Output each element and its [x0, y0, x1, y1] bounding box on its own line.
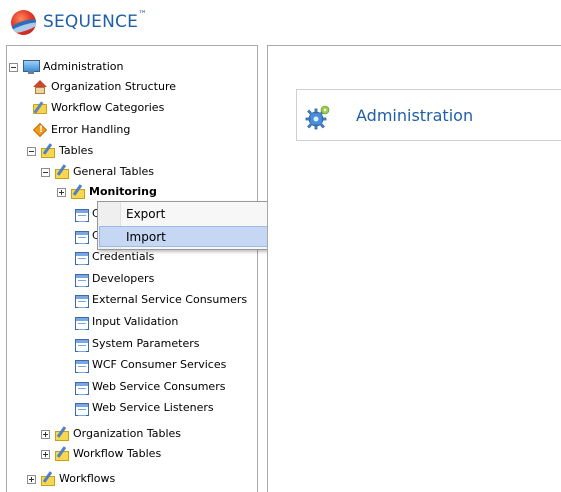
gears-icon — [305, 105, 330, 130]
tree-node-label: Tables — [59, 144, 94, 157]
tree-node-label: Organization Tables — [73, 427, 181, 440]
error-warning-icon: ! — [32, 122, 48, 138]
tree-node-label: External Service Consumers — [92, 293, 248, 306]
tree-node-developers[interactable]: Developers — [75, 269, 154, 289]
tree-node-web-service-listeners[interactable]: Web Service Listeners — [75, 398, 214, 418]
expand-toggle-icon[interactable] — [41, 449, 50, 459]
folder-wand-icon — [70, 184, 86, 200]
tree-node-error-handling[interactable]: ! Error Handling — [32, 120, 130, 140]
collapse-toggle-icon[interactable] — [9, 62, 18, 72]
table-icon — [75, 359, 89, 373]
app-header: SEQUENCE™ — [0, 0, 561, 42]
table-icon — [75, 251, 89, 265]
tree-node-system-parameters[interactable]: System Parameters — [75, 334, 199, 354]
tree-node-workflow-tables[interactable]: Workflow Tables — [41, 444, 161, 464]
monitor-icon — [22, 59, 40, 75]
folder-wand-icon — [40, 143, 56, 159]
tree-node-label: Input Validation — [92, 315, 179, 328]
tree-node-label: Web Service Consumers — [92, 380, 226, 393]
tree-node-partial-1[interactable]: C — [75, 204, 100, 224]
tree-node-partial-2[interactable]: C — [75, 226, 100, 246]
tree-node-label: Workflows — [59, 472, 116, 485]
tree-node-label: Credentials — [92, 250, 155, 263]
tree-node-external-service-consumers[interactable]: External Service Consumers — [75, 290, 247, 310]
tree-node-general-tables[interactable]: General Tables — [41, 162, 154, 182]
tree-node-label: Workflow Tables — [73, 447, 162, 460]
tree-node-web-service-consumers[interactable]: Web Service Consumers — [75, 377, 225, 397]
table-icon — [75, 208, 89, 222]
table-icon — [75, 381, 89, 395]
table-icon — [75, 338, 89, 352]
collapse-toggle-icon[interactable] — [41, 167, 50, 177]
tree-node-label: Web Service Listeners — [92, 401, 214, 414]
folder-wand-icon — [54, 426, 70, 442]
tree-node-label: WCF Consumer Services — [92, 358, 227, 371]
tree-node-label: Error Handling — [51, 123, 131, 136]
folder-wand-icon — [32, 100, 48, 116]
table-icon — [75, 316, 89, 330]
menu-item-label: Import — [126, 230, 166, 244]
table-icon — [75, 273, 89, 287]
folder-wand-icon — [40, 471, 56, 487]
context-menu: Export Import — [97, 201, 284, 250]
tree-node-organization-structure[interactable]: Organization Structure — [32, 77, 176, 97]
tree-node-label: Workflow Categories — [51, 101, 165, 114]
tree-node-organization-tables[interactable]: Organization Tables — [41, 424, 181, 444]
tree-node-label: Developers — [92, 272, 155, 285]
expand-toggle-icon[interactable] — [57, 187, 66, 197]
context-menu-import[interactable]: Import — [99, 226, 282, 247]
folder-wand-icon — [54, 446, 70, 462]
tree-node-wcf-consumer-services[interactable]: WCF Consumer Services — [75, 355, 226, 375]
house-icon — [32, 79, 48, 95]
expand-toggle-icon[interactable] — [41, 429, 50, 439]
sequence-logo-icon — [11, 10, 36, 35]
tree-node-credentials[interactable]: Credentials — [75, 247, 154, 267]
tree-node-workflows[interactable]: Workflows — [27, 469, 115, 489]
table-icon — [75, 230, 89, 244]
tree-node-monitoring[interactable]: Monitoring — [57, 182, 157, 202]
menu-item-label: Export — [126, 207, 166, 221]
app-title: SEQUENCE™ — [43, 10, 148, 32]
tree-node-label: Organization Structure — [51, 80, 176, 93]
context-menu-export[interactable]: Export — [99, 204, 282, 225]
tree-node-label: System Parameters — [92, 337, 200, 350]
expand-toggle-icon[interactable] — [27, 474, 36, 484]
tree-node-input-validation[interactable]: Input Validation — [75, 312, 178, 332]
table-icon — [75, 294, 89, 308]
tree-node-label: Monitoring — [89, 185, 157, 198]
folder-wand-icon — [54, 164, 70, 180]
tree-node-tables[interactable]: Tables — [27, 141, 93, 161]
tree-node-label: General Tables — [73, 165, 155, 178]
tree-node-administration[interactable]: Administration — [9, 57, 124, 77]
page-title: Administration — [356, 106, 474, 125]
table-icon — [75, 402, 89, 416]
tree-node-workflow-categories[interactable]: Workflow Categories — [32, 98, 164, 118]
collapse-toggle-icon[interactable] — [27, 146, 36, 156]
tree-node-label: Administration — [43, 60, 124, 73]
